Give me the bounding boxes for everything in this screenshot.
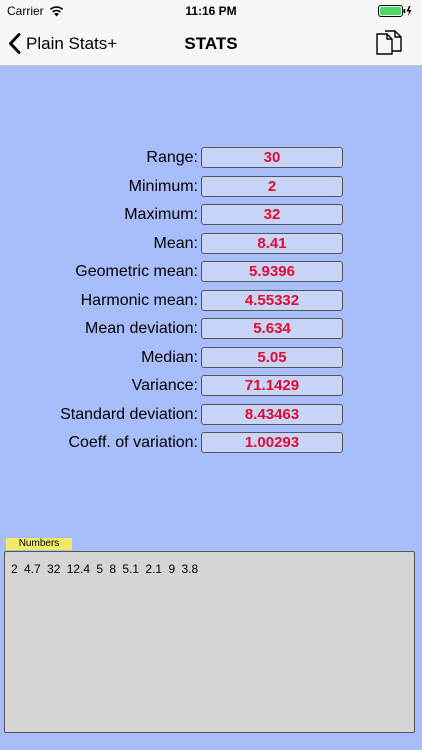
stat-value-coeff-of-variation: 1.00293	[201, 432, 343, 453]
stat-value-variance: 71.1429	[201, 375, 343, 396]
stat-row-mean: Mean: 8.41	[0, 232, 422, 261]
stat-label: Variance:	[131, 377, 198, 394]
top-bar: Carrier 11:16 PM Plain Stats+ STATS	[0, 0, 422, 66]
stat-value-range: 30	[201, 147, 343, 168]
stat-label: Mean:	[153, 234, 198, 252]
stat-value-median: 5.05	[201, 346, 343, 368]
stats-list: Range: 30 Minimum: 2 Maximum: 32 Mean: 8…	[0, 146, 422, 460]
stat-label: Minimum:	[128, 177, 198, 195]
stat-value-geometric-mean: 5.9396	[201, 261, 343, 282]
status-bar: Carrier 11:16 PM	[0, 0, 422, 22]
stat-row-coeff-of-variation: Coeff. of variation: 1.00293	[0, 431, 422, 460]
stat-label: Mean deviation:	[85, 320, 198, 337]
stat-row-median: Median: 5.05	[0, 346, 422, 375]
stat-label: Harmonic mean:	[80, 291, 198, 309]
stat-value-mean: 8.41	[201, 232, 343, 254]
stat-value-mean-deviation: 5.634	[201, 318, 343, 339]
battery-icon	[378, 5, 412, 17]
stat-row-geometric-mean: Geometric mean: 5.9396	[0, 260, 422, 289]
numbers-tag: Numbers	[6, 538, 72, 550]
stat-row-standard-deviation: Standard deviation: 8.43463	[0, 403, 422, 432]
stat-row-mean-deviation: Mean deviation: 5.634	[0, 317, 422, 346]
stat-row-maximum: Maximum: 32	[0, 203, 422, 232]
stat-label: Maximum:	[124, 206, 198, 223]
copy-documents-icon[interactable]	[374, 29, 404, 59]
status-time: 11:16 PM	[185, 4, 237, 18]
navigation-bar: Plain Stats+ STATS	[0, 22, 422, 65]
stat-row-harmonic-mean: Harmonic mean: 4.55332	[0, 289, 422, 318]
stat-row-range: Range: 30	[0, 146, 422, 175]
stat-value-maximum: 32	[201, 204, 343, 225]
page-title: STATS	[184, 34, 238, 53]
stat-label: Coeff. of variation:	[68, 434, 198, 451]
stat-value-harmonic-mean: 4.55332	[201, 289, 343, 311]
stat-label: Median:	[141, 348, 198, 366]
stat-row-minimum: Minimum: 2	[0, 175, 422, 204]
stat-label: Range:	[146, 149, 198, 166]
stat-label: Geometric mean:	[75, 263, 198, 280]
stat-row-variance: Variance: 71.1429	[0, 374, 422, 403]
numbers-input[interactable]: 2 4.7 32 12.4 5 8 5.1 2.1 9 3.8	[4, 551, 415, 733]
stat-value-minimum: 2	[201, 175, 343, 197]
stat-value-standard-deviation: 8.43463	[201, 403, 343, 425]
stat-label: Standard deviation:	[60, 405, 198, 423]
